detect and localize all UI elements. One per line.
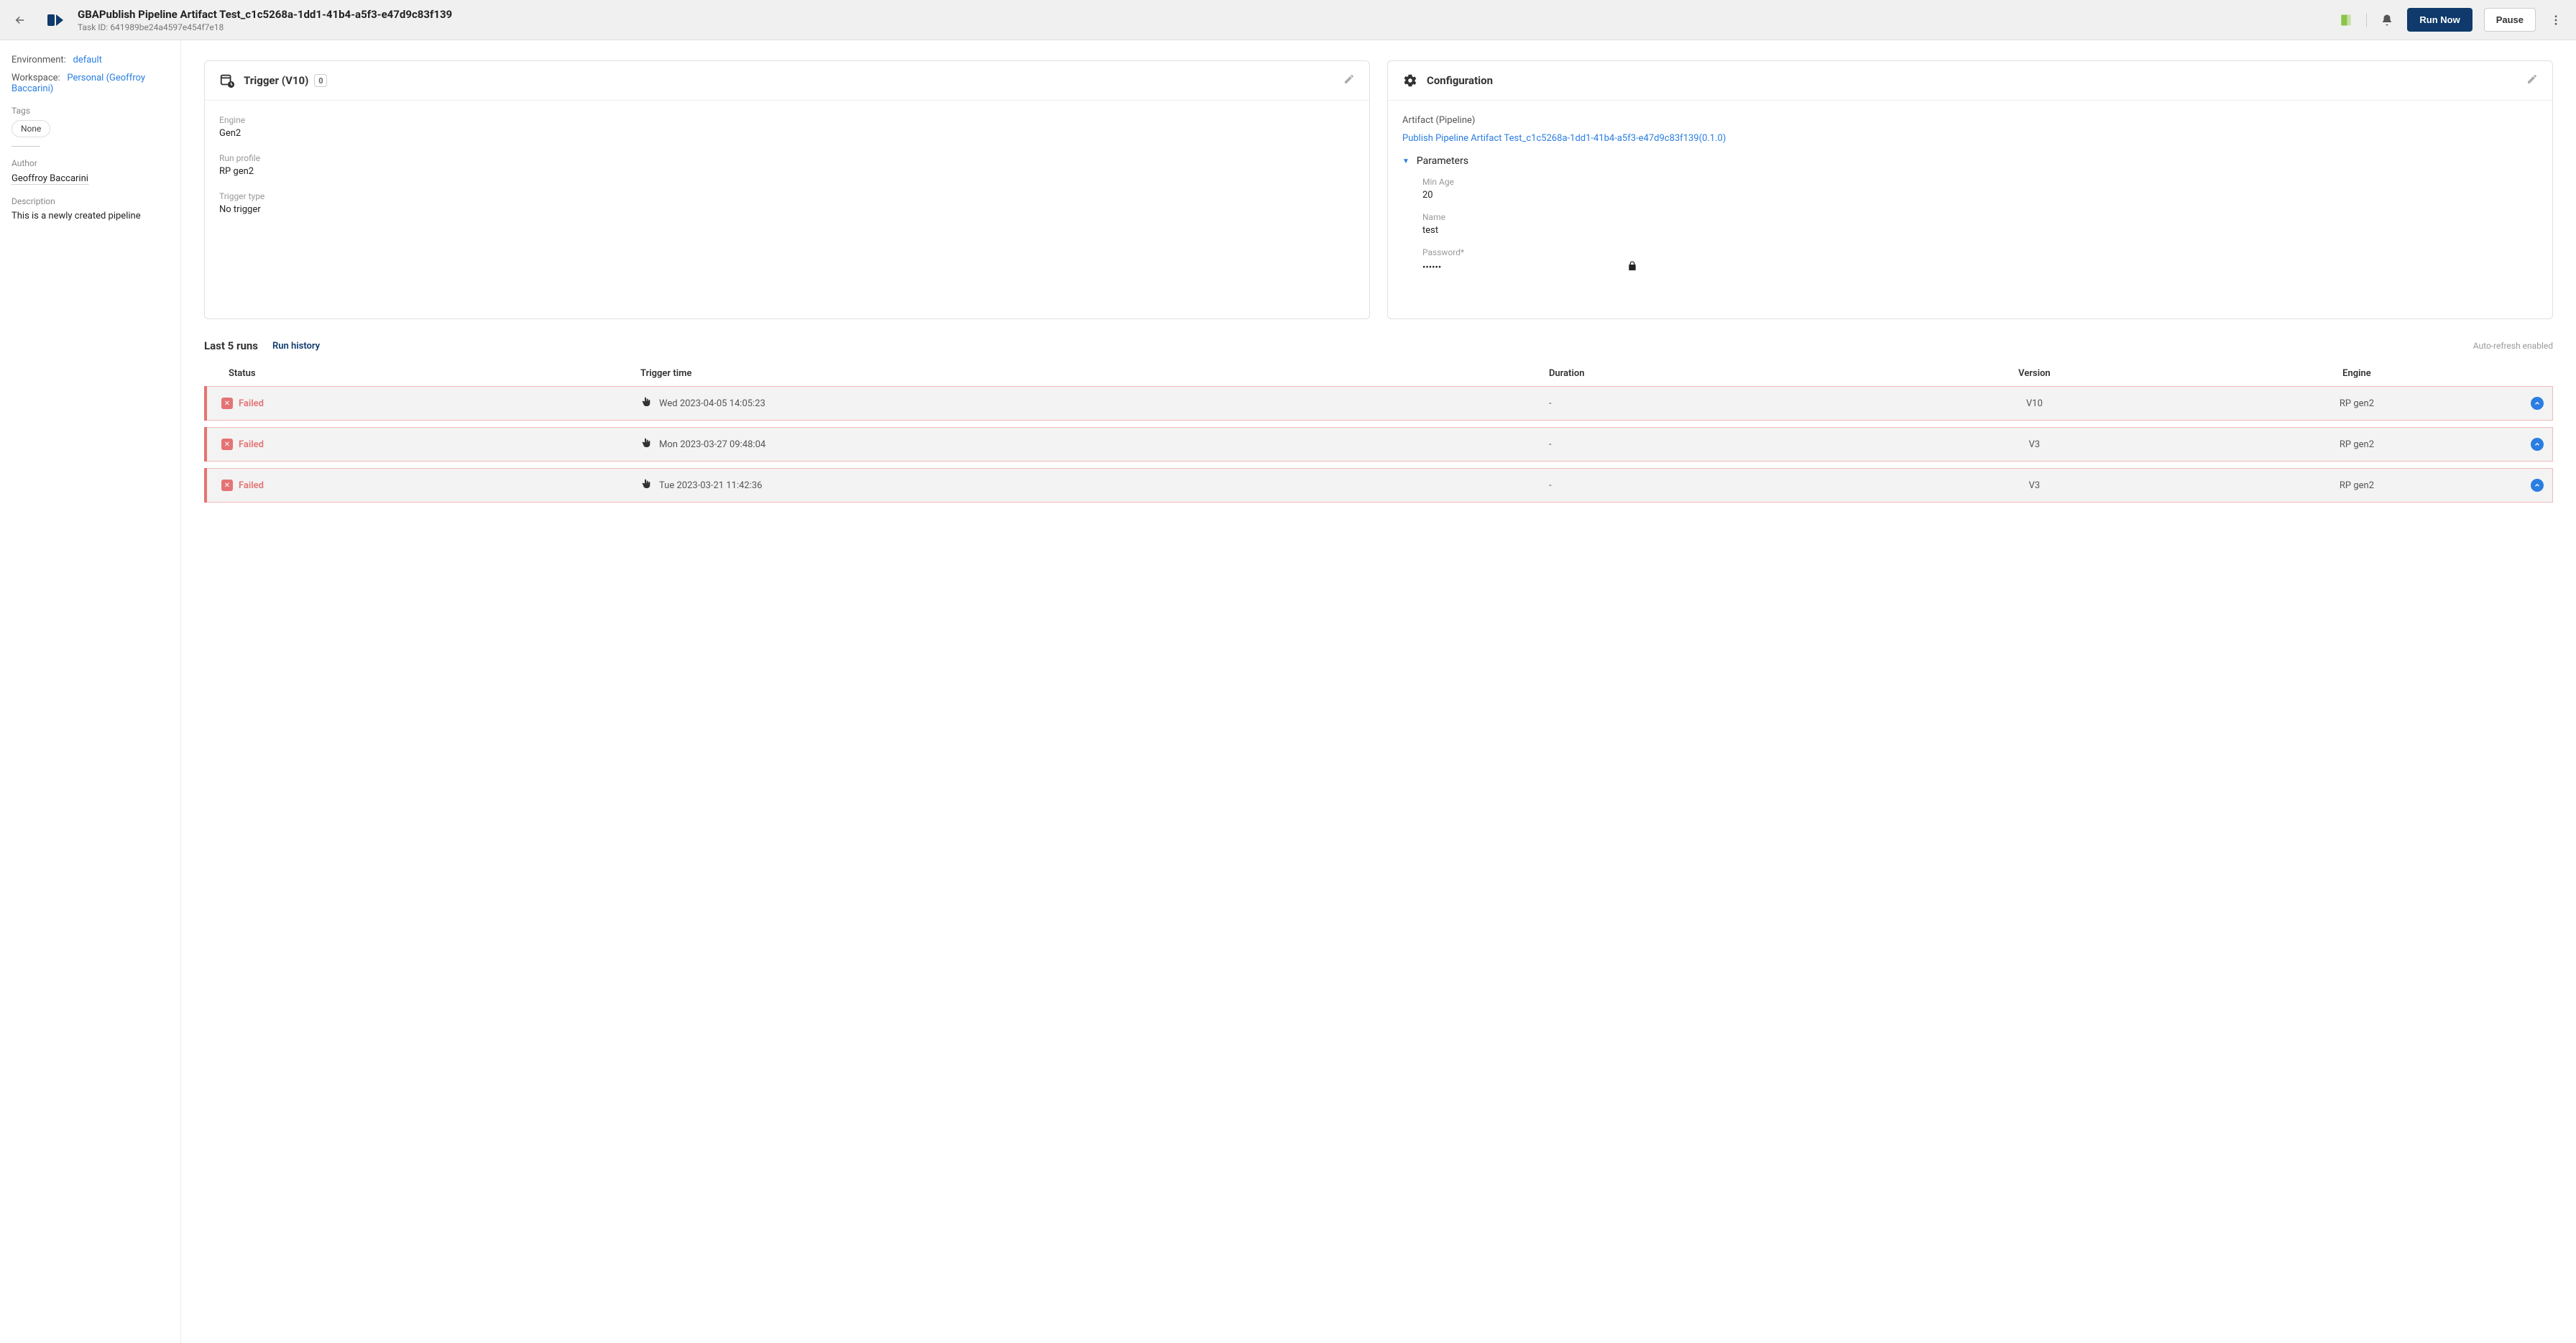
engine: RP gen2 (2191, 387, 2522, 421)
version: V3 (1877, 469, 2191, 503)
col-engine: Engine (2191, 361, 2522, 387)
auto-refresh-label: Auto-refresh enabled (2473, 341, 2553, 351)
min-age-value: 20 (1422, 190, 2538, 201)
run-history-link[interactable]: Run history (272, 341, 320, 352)
run-row[interactable]: ✕ Failed Wed 2023-04-05 14:05:23 - V10 R… (206, 387, 2553, 421)
engine-label: Engine (219, 115, 1355, 125)
duration: - (1540, 387, 1877, 421)
run-now-button[interactable]: Run Now (2407, 8, 2472, 32)
status-text: Failed (239, 398, 264, 409)
gear-icon (1402, 73, 1418, 88)
run-row[interactable]: ✕ Failed Mon 2023-03-27 09:48:04 - V3 RP… (206, 428, 2553, 462)
trigger-card: Trigger (V10) 0 Engine Gen2 Run profile … (204, 60, 1370, 319)
artifact-link[interactable]: Publish Pipeline Artifact Test_c1c5268a-… (1402, 133, 2538, 144)
expand-row-button[interactable] (2531, 397, 2544, 410)
status-text: Failed (239, 439, 264, 450)
parameters-toggle[interactable]: ▼ Parameters (1402, 155, 2538, 167)
bell-icon[interactable] (2378, 12, 2396, 29)
status-text: Failed (239, 480, 264, 491)
name-label: Name (1422, 212, 2538, 222)
trigger-time: Wed 2023-04-05 14:05:23 (659, 398, 765, 409)
duration: - (1540, 469, 1877, 503)
manual-trigger-icon (640, 395, 652, 411)
main-content: Trigger (V10) 0 Engine Gen2 Run profile … (181, 40, 2576, 1343)
min-age-label: Min Age (1422, 177, 2538, 187)
configuration-card: Configuration Artifact (Pipeline) Publis… (1387, 60, 2553, 319)
edit-config-icon[interactable] (2526, 73, 2538, 88)
environment-link[interactable]: default (73, 55, 101, 65)
description-label: Description (12, 196, 169, 206)
expand-row-button[interactable] (2531, 479, 2544, 492)
failed-icon: ✕ (221, 480, 233, 491)
back-button[interactable] (12, 12, 29, 29)
trigger-type-label: Trigger type (219, 191, 1355, 201)
col-duration: Duration (1540, 361, 1877, 387)
run-profile-value: RP gen2 (219, 166, 1355, 177)
runs-table: Status Trigger time Duration Version Eng… (204, 361, 2553, 510)
duration: - (1540, 428, 1877, 462)
version: V3 (1877, 428, 2191, 462)
engine-value: Gen2 (219, 128, 1355, 139)
trigger-time: Tue 2023-03-21 11:42:36 (659, 480, 762, 491)
workspace-row: Workspace: Personal (Geoffroy Baccarini) (12, 73, 169, 94)
trigger-time: Mon 2023-03-27 09:48:04 (659, 439, 765, 450)
pause-button[interactable]: Pause (2484, 8, 2536, 32)
engine: RP gen2 (2191, 469, 2522, 503)
topbar-actions: Run Now Pause (2337, 8, 2564, 32)
col-version: Version (1877, 361, 2191, 387)
door-exit-icon[interactable] (2337, 12, 2355, 29)
calendar-clock-icon (219, 73, 235, 88)
manual-trigger-icon (640, 477, 652, 493)
runs-title: Last 5 runs (204, 339, 258, 352)
engine: RP gen2 (2191, 428, 2522, 462)
password-label: Password* (1422, 247, 2538, 257)
lock-icon (1627, 260, 1638, 275)
expand-row-button[interactable] (2531, 438, 2544, 451)
title-area: GBAPublish Pipeline Artifact Test_c1c526… (78, 8, 2337, 32)
run-row[interactable]: ✕ Failed Tue 2023-03-21 11:42:36 - V3 RP… (206, 469, 2553, 503)
app-logo-icon (46, 10, 66, 30)
failed-icon: ✕ (221, 439, 233, 450)
trigger-title: Trigger (V10) 0 (244, 74, 1343, 87)
edit-trigger-icon[interactable] (1343, 73, 1355, 88)
topbar: GBAPublish Pipeline Artifact Test_c1c526… (0, 0, 2576, 40)
artifact-label: Artifact (Pipeline) (1402, 115, 2538, 126)
trigger-badge: 0 (314, 74, 327, 87)
more-menu-icon[interactable] (2547, 12, 2564, 29)
col-status: Status (206, 361, 632, 387)
chevron-down-icon: ▼ (1402, 157, 1409, 165)
failed-icon: ✕ (221, 398, 233, 409)
runs-header: Last 5 runs Run history Auto-refresh ena… (204, 339, 2553, 352)
tag-none: None (12, 120, 50, 137)
run-profile-label: Run profile (219, 153, 1355, 163)
version: V10 (1877, 387, 2191, 421)
name-value: test (1422, 225, 2538, 236)
divider (12, 146, 40, 147)
page-title: GBAPublish Pipeline Artifact Test_c1c526… (78, 8, 2337, 21)
description-value: This is a newly created pipeline (12, 211, 169, 221)
password-value: •••••• (1422, 262, 1441, 273)
author-value: Geoffroy Baccarini (12, 173, 88, 185)
config-title: Configuration (1427, 74, 2526, 87)
task-id: Task ID: 641989be24a4597e454f7e18 (78, 22, 2337, 32)
divider (2366, 13, 2367, 27)
trigger-type-value: No trigger (219, 204, 1355, 215)
environment-row: Environment: default (12, 55, 169, 65)
tags-label: Tags (12, 106, 169, 116)
manual-trigger-icon (640, 436, 652, 452)
col-trigger-time: Trigger time (632, 361, 1540, 387)
sidebar: Environment: default Workspace: Personal… (0, 40, 181, 1343)
author-label: Author (12, 158, 169, 168)
